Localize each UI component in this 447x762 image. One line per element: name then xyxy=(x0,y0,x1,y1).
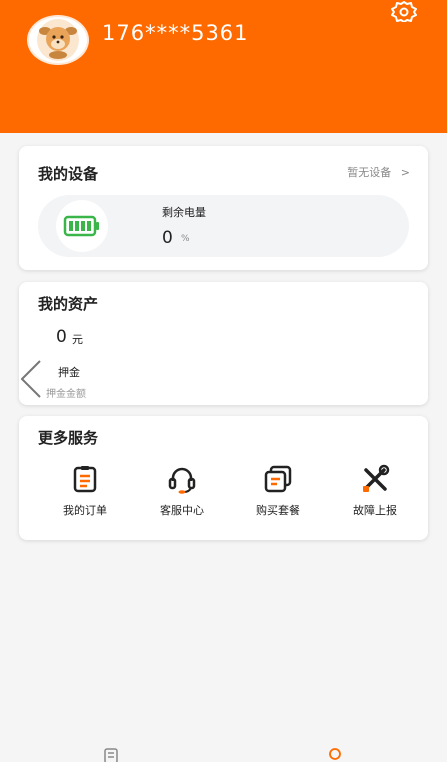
deposit-label: 押金 xyxy=(58,366,80,379)
deposit-amount-label: 押金金额 xyxy=(46,389,86,400)
services-card: 更多服务 我的订单 客服中心 购买套餐 故障上报 xyxy=(19,416,428,540)
orders-tab-icon[interactable] xyxy=(103,748,119,762)
tools-icon xyxy=(363,464,390,492)
service-my-orders[interactable]: 我的订单 xyxy=(40,464,130,518)
battery-panel: 剩余电量 0 % xyxy=(38,195,409,257)
gear-icon[interactable] xyxy=(389,0,419,22)
battery-icon-wrap xyxy=(56,200,108,252)
service-buy-package[interactable]: 购买套餐 xyxy=(233,464,323,518)
remaining-battery-unit: % xyxy=(181,234,190,244)
remaining-battery-label: 剩余电量 xyxy=(162,206,206,219)
balance-unit: 元 xyxy=(72,333,83,346)
battery-icon xyxy=(63,215,99,237)
service-label: 故障上报 xyxy=(353,504,397,517)
profile-header: 176****5361 xyxy=(0,0,447,133)
assets-card-title: 我的资产 xyxy=(38,295,99,313)
clipboard-icon xyxy=(73,466,97,493)
remaining-battery-value: 0 xyxy=(162,228,173,248)
avatar[interactable] xyxy=(27,15,89,65)
no-device-label: 暂无设备 xyxy=(347,166,392,179)
package-icon xyxy=(264,465,292,493)
chevron-right-icon: > xyxy=(400,166,410,179)
balance-value: 0 xyxy=(56,327,67,347)
service-report-fault[interactable]: 故障上报 xyxy=(330,464,420,518)
device-card-title: 我的设备 xyxy=(38,165,99,183)
service-label: 我的订单 xyxy=(63,504,107,517)
device-card: 我的设备 暂无设备 > 剩余电量 0 % xyxy=(19,146,428,270)
headset-icon xyxy=(168,467,196,494)
no-device-link[interactable]: 暂无设备 > xyxy=(347,164,410,180)
services-card-title: 更多服务 xyxy=(38,429,99,447)
cartoon-deer-avatar-icon xyxy=(37,19,79,61)
service-customer-center[interactable]: 客服中心 xyxy=(137,464,227,518)
service-label: 客服中心 xyxy=(160,504,204,517)
profile-tab-icon[interactable] xyxy=(327,748,343,762)
bottom-tab-bar xyxy=(0,740,447,762)
phone-number: 176****5361 xyxy=(102,21,249,45)
assets-card: 我的资产 0 元 押金 押金金额 xyxy=(19,282,428,405)
back-chevron-icon[interactable] xyxy=(14,358,48,400)
service-label: 购买套餐 xyxy=(256,504,300,517)
